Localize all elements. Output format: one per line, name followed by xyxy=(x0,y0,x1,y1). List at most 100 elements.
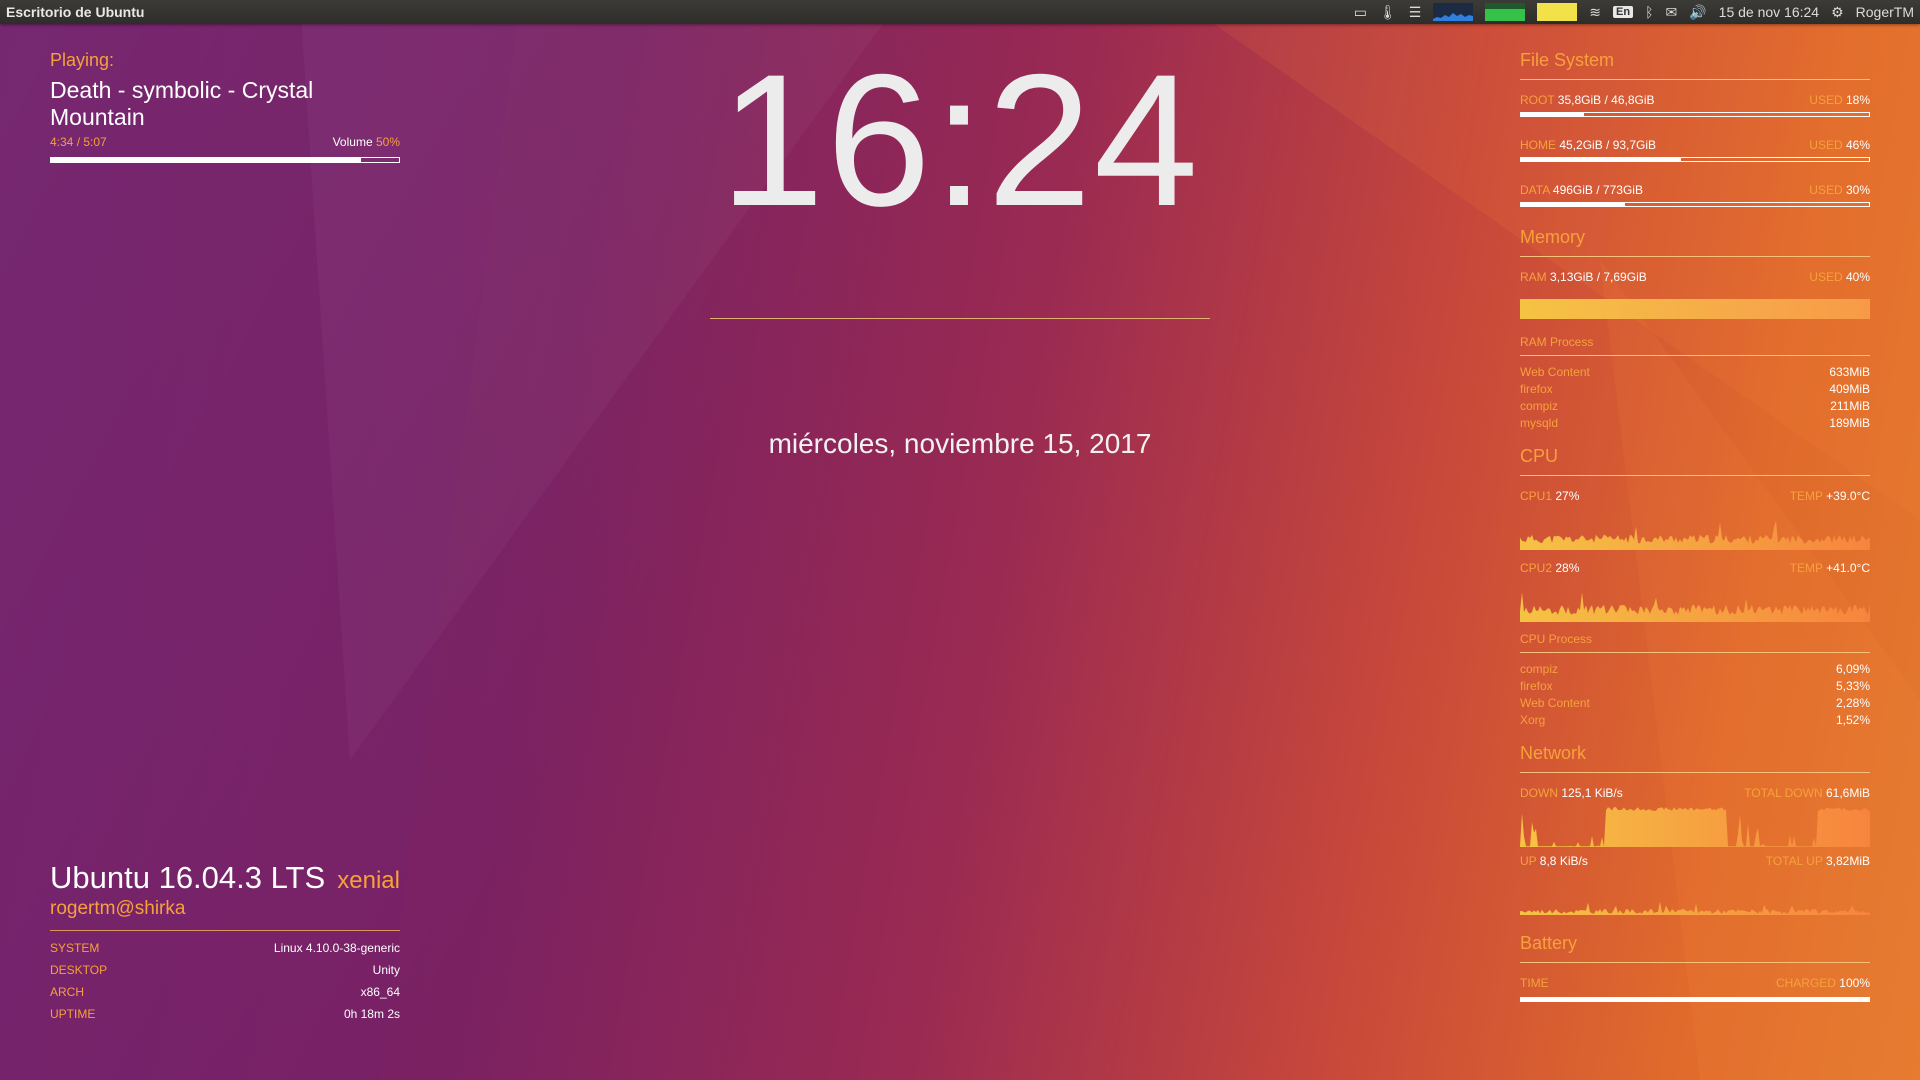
cpu-temp-value: +39.0°C xyxy=(1826,489,1870,503)
fs-size: 496GiB / 773GiB xyxy=(1552,183,1643,197)
cpu-temp-value: +41.0°C xyxy=(1826,561,1870,575)
volume-value: 50% xyxy=(375,135,400,149)
music-meta: 4:34 / 5:07 Volume 50% xyxy=(50,135,400,149)
battery-charged-label: CHARGED xyxy=(1775,976,1836,990)
song-title: Death - symbolic - Crystal Mountain xyxy=(50,77,314,130)
sysinfo-value: Linux 4.10.0-38-generic xyxy=(273,941,400,955)
fs-usage-bar xyxy=(1520,202,1870,207)
cpu-temp-label: TEMP xyxy=(1789,489,1823,503)
ram-process-title: RAM Process xyxy=(1520,335,1594,349)
panel-title: Escritorio de Ubuntu xyxy=(6,4,145,20)
keyboard-layout-indicator[interactable]: En xyxy=(1613,6,1634,18)
sysinfo-key: SYSTEM xyxy=(50,941,100,955)
up-label: UP xyxy=(1520,854,1537,868)
sysinfo-row: ARCH x86_64 xyxy=(50,981,400,1003)
fs-row-data: DATA 496GiB / 773GiB USED 30% xyxy=(1520,182,1870,198)
ram-label: RAM xyxy=(1520,270,1547,284)
bluetooth-icon[interactable]: ᛒ xyxy=(1645,0,1653,24)
sysinfo-key: DESKTOP xyxy=(50,963,108,977)
network-monitor-icon[interactable] xyxy=(1433,3,1474,21)
gear-icon[interactable]: ⚙ xyxy=(1831,0,1844,24)
process-name: Web Content xyxy=(1520,365,1590,379)
cpu-process-row: Web Content 2,28% xyxy=(1520,695,1870,712)
graph-area xyxy=(1520,520,1870,550)
fs-size: 45,2GiB / 93,7GiB xyxy=(1559,138,1657,152)
cpu1-graph xyxy=(1520,520,1870,550)
battery-fill xyxy=(1521,998,1869,1001)
playing-label: Playing: xyxy=(50,50,115,70)
filesystem-title: File System xyxy=(1520,50,1615,70)
sysinfo-value: x86_64 xyxy=(360,985,400,999)
ram-process-row: mysqld 189MiB xyxy=(1520,415,1870,432)
battery-bar xyxy=(1520,997,1870,1002)
fs-usage-fill xyxy=(1521,158,1682,161)
fs-name: HOME xyxy=(1520,138,1556,152)
filesystem-divider xyxy=(1520,79,1870,80)
sysinfo-divider xyxy=(50,930,400,931)
volume-display: Volume 50% xyxy=(333,135,400,149)
ram-process-row: Web Content 633MiB xyxy=(1520,364,1870,381)
ram-value: 3,13GiB / 7,69GiB xyxy=(1550,270,1647,284)
graph-area xyxy=(1520,592,1870,622)
system-monitor-column: File System ROOT 35,8GiB / 46,8GiB USED … xyxy=(1520,50,1870,1022)
network-divider xyxy=(1520,772,1870,773)
memory-divider xyxy=(1520,256,1870,257)
wifi-icon[interactable]: ≋ xyxy=(1589,0,1601,24)
system-info-widget: Ubuntu 16.04.3 LTS xenial rogertm@shirka… xyxy=(50,860,400,1025)
volume-icon[interactable]: 🔊 xyxy=(1689,0,1706,24)
drive-icon[interactable]: ▭ xyxy=(1354,0,1367,24)
up-value: 8,8 KiB/s xyxy=(1539,854,1588,868)
total-down-value: 61,6MiB xyxy=(1825,786,1870,800)
fs-usage-bar xyxy=(1520,112,1870,117)
memory-monitor-icon[interactable] xyxy=(1485,3,1526,21)
battery-charged-value: 100% xyxy=(1839,976,1870,990)
memory-title: Memory xyxy=(1520,227,1586,247)
total-up-label: TOTAL UP xyxy=(1765,854,1823,868)
sysinfo-key: UPTIME xyxy=(50,1007,96,1021)
fs-used-value: 18% xyxy=(1845,93,1870,107)
cpu-core-name: CPU2 xyxy=(1520,561,1553,575)
clipboard-icon[interactable]: ☰ xyxy=(1409,0,1422,24)
battery-divider xyxy=(1520,962,1870,963)
fs-usage-bar xyxy=(1520,157,1870,162)
panel-user[interactable]: RogerTM xyxy=(1856,0,1914,24)
net-down-row: DOWN 125,1 KiB/s TOTAL DOWN 61,6MiB xyxy=(1520,785,1870,801)
ram-usage-graph xyxy=(1520,299,1870,319)
download-graph xyxy=(1520,807,1870,847)
track-progress-bar xyxy=(50,157,400,163)
total-down-label: TOTAL DOWN xyxy=(1744,786,1823,800)
cpu-process-title: CPU Process xyxy=(1520,632,1593,646)
fs-size: 35,8GiB / 46,8GiB xyxy=(1557,93,1655,107)
panel-datetime[interactable]: 15 de nov 16:24 xyxy=(1719,0,1819,24)
process-value: 6,09% xyxy=(1835,662,1870,676)
sysinfo-value: Unity xyxy=(372,963,400,977)
fs-usage-fill xyxy=(1521,113,1584,116)
process-value: 1,52% xyxy=(1835,713,1870,727)
mail-icon[interactable]: ✉ xyxy=(1665,0,1677,24)
process-name: firefox xyxy=(1520,382,1553,396)
cpu-monitor-icon[interactable] xyxy=(1537,3,1578,21)
sysinfo-key: ARCH xyxy=(50,985,85,999)
fs-row-home: HOME 45,2GiB / 93,7GiB USED 46% xyxy=(1520,137,1870,153)
cpu-process-row: Xorg 1,52% xyxy=(1520,712,1870,729)
process-name: compiz xyxy=(1520,662,1559,676)
fs-name: ROOT xyxy=(1520,93,1555,107)
sysinfo-row: UPTIME 0h 18m 2s xyxy=(50,1003,400,1025)
graph-area xyxy=(1520,807,1870,847)
process-value: 5,33% xyxy=(1835,679,1870,693)
cpu-core-name: CPU1 xyxy=(1520,489,1553,503)
cpu-process-divider xyxy=(1520,652,1870,653)
process-value: 2,28% xyxy=(1835,696,1870,710)
track-time: 4:34 / 5:07 xyxy=(50,135,107,149)
ram-process-row: firefox 409MiB xyxy=(1520,381,1870,398)
down-value: 125,1 KiB/s xyxy=(1561,786,1623,800)
thermometer-icon[interactable]: 🌡 xyxy=(1379,0,1397,24)
clock-divider xyxy=(710,318,1210,319)
ram-process-divider xyxy=(1520,355,1870,356)
cpu-process-row: firefox 5,33% xyxy=(1520,678,1870,695)
process-name: mysqld xyxy=(1520,416,1559,430)
battery-title: Battery xyxy=(1520,933,1578,953)
ram-used-label: USED xyxy=(1809,270,1843,284)
cpu-temp-label: TEMP xyxy=(1789,561,1823,575)
ram-process-row: compiz 211MiB xyxy=(1520,398,1870,415)
